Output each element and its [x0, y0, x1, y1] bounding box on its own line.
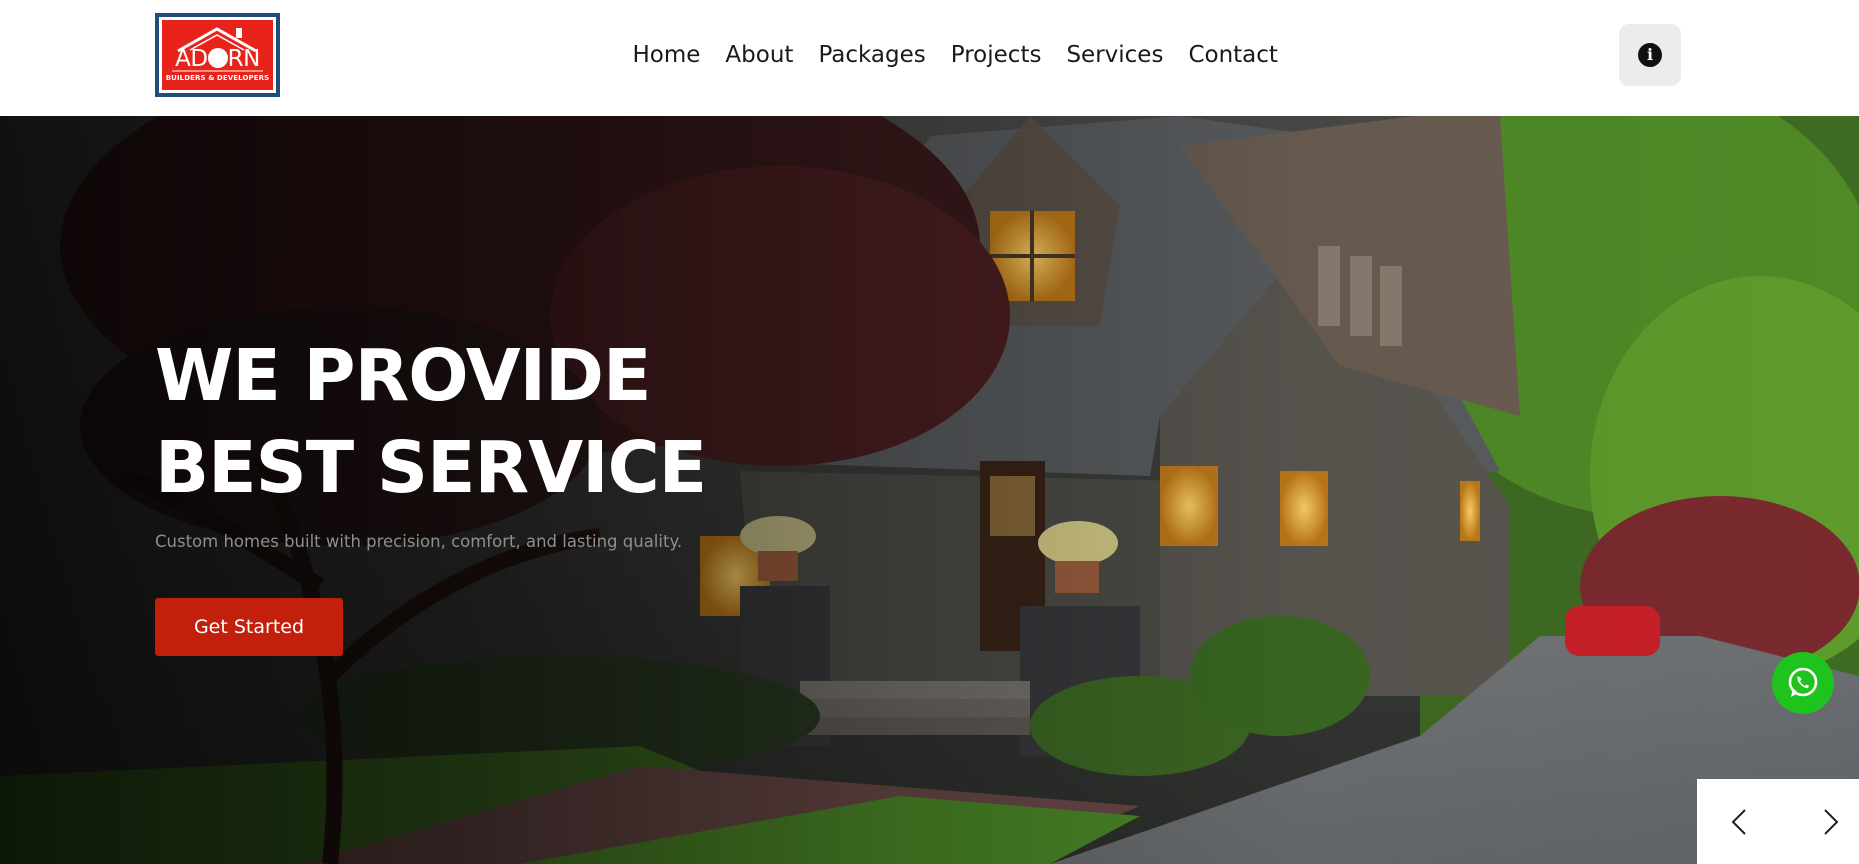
hero-subtitle: Custom homes built with precision, comfo… [155, 532, 683, 551]
logo-wordmark: AD RN [175, 46, 260, 72]
nav-services[interactable]: Services [1054, 38, 1176, 72]
whatsapp-button[interactable] [1772, 652, 1834, 714]
nav-contact[interactable]: Contact [1176, 38, 1290, 72]
slider-controls [1697, 779, 1859, 864]
nav-projects[interactable]: Projects [938, 38, 1054, 72]
company-logo[interactable]: AD RN BUILDERS & DEVELOPERS [155, 13, 280, 97]
hero-title-line-2: BEST SERVICE [155, 426, 707, 509]
hero-title-line-1: WE PROVIDE [155, 334, 652, 417]
main-nav: Home About Packages Projects Services Co… [620, 38, 1290, 72]
info-button[interactable]: i [1619, 24, 1681, 86]
info-circle-icon: i [1638, 43, 1662, 67]
chevron-right-icon[interactable] [1817, 807, 1843, 837]
nav-packages[interactable]: Packages [806, 38, 938, 72]
nav-home[interactable]: Home [620, 38, 713, 72]
chevron-left-icon[interactable] [1727, 807, 1753, 837]
hero-banner: WE PROVIDE BEST SERVICE Custom homes bui… [0, 116, 1859, 864]
hero-title: WE PROVIDE BEST SERVICE [155, 330, 707, 514]
logo-badge: AD RN BUILDERS & DEVELOPERS [162, 20, 273, 90]
get-started-button[interactable]: Get Started [155, 598, 343, 656]
site-header: AD RN BUILDERS & DEVELOPERS Home About Pa… [0, 0, 1859, 116]
nav-about[interactable]: About [713, 38, 806, 72]
whatsapp-icon [1788, 667, 1818, 697]
logo-tagline: BUILDERS & DEVELOPERS [165, 74, 270, 82]
